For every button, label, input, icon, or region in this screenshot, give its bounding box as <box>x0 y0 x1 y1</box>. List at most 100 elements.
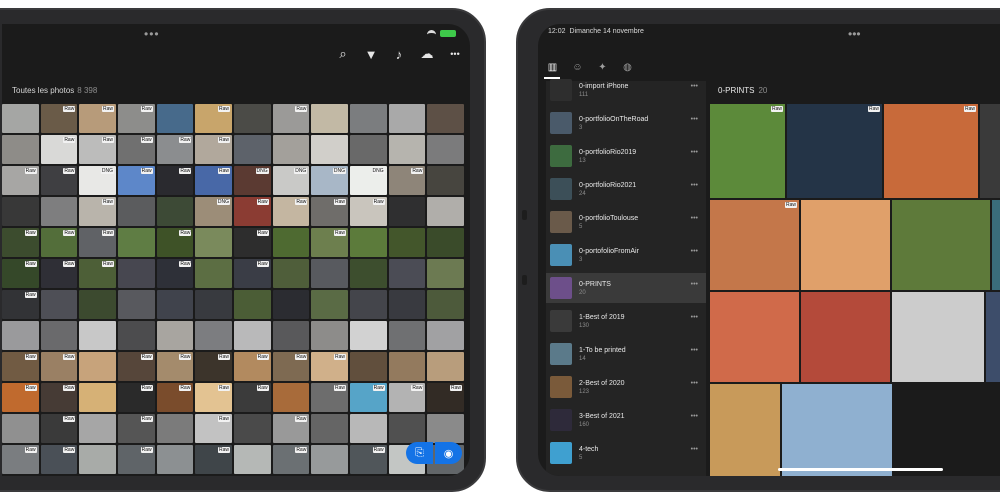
photo-thumbnail[interactable]: DNG <box>272 166 310 195</box>
photo-thumbnail[interactable] <box>2 104 39 133</box>
photo-thumbnail[interactable]: DNG <box>350 166 387 195</box>
photo-thumbnail[interactable]: Raw <box>388 383 426 412</box>
album-more-icon[interactable]: ••• <box>691 380 698 387</box>
album-photo[interactable] <box>710 384 780 476</box>
album-more-icon[interactable]: ••• <box>691 182 698 189</box>
discover-tab[interactable]: ◍ <box>621 62 634 73</box>
photo-thumbnail[interactable]: Raw <box>79 104 116 133</box>
photo-thumbnail[interactable] <box>388 352 426 381</box>
photo-thumbnail[interactable] <box>79 414 116 443</box>
photo-thumbnail[interactable] <box>311 259 348 288</box>
photo-thumbnail[interactable] <box>350 414 387 443</box>
photo-thumbnail[interactable] <box>195 228 232 257</box>
album-more-icon[interactable]: ••• <box>691 281 698 288</box>
photo-thumbnail[interactable] <box>234 135 271 164</box>
photo-thumbnail[interactable] <box>79 352 116 381</box>
learn-tab[interactable]: ✦ <box>596 62 609 73</box>
photo-thumbnail[interactable] <box>79 383 116 412</box>
album-more-icon[interactable]: ••• <box>691 215 698 222</box>
photo-thumbnail[interactable]: Raw <box>118 414 155 443</box>
photo-thumbnail[interactable]: Raw <box>156 228 194 257</box>
photo-thumbnail[interactable]: Raw <box>118 135 155 164</box>
bell-icon[interactable]: ♪ <box>392 47 406 62</box>
photo-thumbnail[interactable]: Raw <box>2 166 39 195</box>
photo-thumbnail[interactable]: Raw <box>311 228 348 257</box>
album-photo[interactable]: DNG <box>986 292 1000 382</box>
photo-thumbnail[interactable] <box>79 321 116 350</box>
photo-thumbnail[interactable]: Raw <box>156 352 194 381</box>
photo-thumbnail[interactable] <box>156 414 194 443</box>
photo-thumbnail[interactable]: Raw <box>272 104 310 133</box>
photo-thumbnail[interactable]: Raw <box>311 383 348 412</box>
photo-thumbnail[interactable] <box>40 290 78 319</box>
photo-thumbnail[interactable]: Raw <box>156 166 194 195</box>
photo-thumbnail[interactable] <box>427 290 464 319</box>
album-photo[interactable] <box>892 292 984 382</box>
photo-thumbnail[interactable]: Raw <box>272 352 310 381</box>
photo-thumbnail[interactable]: Raw <box>118 104 155 133</box>
photo-thumbnail[interactable]: Raw <box>234 259 271 288</box>
photo-thumbnail[interactable]: Raw <box>2 290 39 319</box>
photo-thumbnail[interactable]: Raw <box>40 135 78 164</box>
photo-thumbnail[interactable]: Raw <box>156 259 194 288</box>
album-photo[interactable] <box>710 292 799 382</box>
photo-thumbnail[interactable]: Raw <box>195 166 232 195</box>
photo-thumbnail[interactable]: Raw <box>350 383 387 412</box>
photo-thumbnail[interactable]: DNG <box>311 166 348 195</box>
photo-thumbnail[interactable] <box>234 414 271 443</box>
photo-thumbnail[interactable] <box>234 445 271 474</box>
album-item[interactable]: 0-portfolioToulouse 5 ••• <box>546 207 706 237</box>
photo-thumbnail[interactable]: Raw <box>118 445 155 474</box>
photo-thumbnail[interactable] <box>272 259 310 288</box>
photo-thumbnail[interactable] <box>156 321 194 350</box>
photo-thumbnail[interactable]: Raw <box>2 352 39 381</box>
photo-thumbnail[interactable] <box>272 135 310 164</box>
photo-thumbnail[interactable] <box>311 290 348 319</box>
photo-thumbnail[interactable] <box>118 197 155 226</box>
album-item[interactable]: 0-portofolioFromAir 3 ••• <box>546 240 706 270</box>
photo-thumbnail[interactable]: Raw <box>79 228 116 257</box>
album-photo[interactable]: Raw <box>710 104 785 198</box>
photo-thumbnail[interactable] <box>388 228 426 257</box>
photo-thumbnail[interactable]: Raw <box>195 414 232 443</box>
photo-thumbnail[interactable] <box>388 104 426 133</box>
photo-thumbnail[interactable] <box>234 104 271 133</box>
photo-thumbnail[interactable] <box>427 228 464 257</box>
album-photo[interactable]: Raw <box>884 104 978 198</box>
photo-thumbnail[interactable] <box>118 259 155 288</box>
photo-thumbnail[interactable] <box>79 290 116 319</box>
album-more-icon[interactable]: ••• <box>691 248 698 255</box>
photo-thumbnail[interactable]: Raw <box>195 135 232 164</box>
photo-thumbnail[interactable]: Raw <box>234 383 271 412</box>
album-item[interactable]: 1-Best of 2019 130 ••• <box>546 306 706 336</box>
album-more-icon[interactable]: ••• <box>691 413 698 420</box>
photo-thumbnail[interactable] <box>350 104 387 133</box>
photo-thumbnail[interactable] <box>388 290 426 319</box>
album-item[interactable]: 2-Best of 2020 123 ••• <box>546 372 706 402</box>
photo-thumbnail[interactable]: Raw <box>40 414 78 443</box>
photo-thumbnail[interactable]: Raw <box>311 352 348 381</box>
album-more-icon[interactable]: ••• <box>691 314 698 321</box>
photo-thumbnail[interactable]: Raw <box>40 352 78 381</box>
photo-thumbnail[interactable]: Raw <box>350 197 387 226</box>
photo-thumbnail[interactable] <box>350 352 387 381</box>
album-photo[interactable] <box>992 200 1000 290</box>
photo-thumbnail[interactable] <box>311 445 348 474</box>
photo-thumbnail[interactable] <box>427 352 464 381</box>
photo-thumbnail[interactable]: Raw <box>40 166 78 195</box>
photo-thumbnail[interactable]: Raw <box>79 135 116 164</box>
import-icon[interactable]: ⎘ <box>406 442 433 464</box>
photo-thumbnail[interactable] <box>79 445 116 474</box>
photo-thumbnail[interactable] <box>311 414 348 443</box>
photo-thumbnail[interactable] <box>2 414 39 443</box>
album-more-icon[interactable]: ••• <box>691 116 698 123</box>
album-item[interactable]: 4-tech 5 ••• <box>546 438 706 468</box>
photo-thumbnail[interactable]: Raw <box>156 383 194 412</box>
people-tab[interactable]: ☺ <box>571 62 584 73</box>
photo-thumbnail[interactable]: Raw <box>40 445 78 474</box>
photo-thumbnail[interactable]: Raw <box>272 197 310 226</box>
photo-thumbnail[interactable] <box>156 104 194 133</box>
photo-thumbnail[interactable]: Raw <box>2 383 39 412</box>
album-item[interactable]: 3-Best of 2021 160 ••• <box>546 405 706 435</box>
filter-icon[interactable]: ▼ <box>364 47 378 62</box>
